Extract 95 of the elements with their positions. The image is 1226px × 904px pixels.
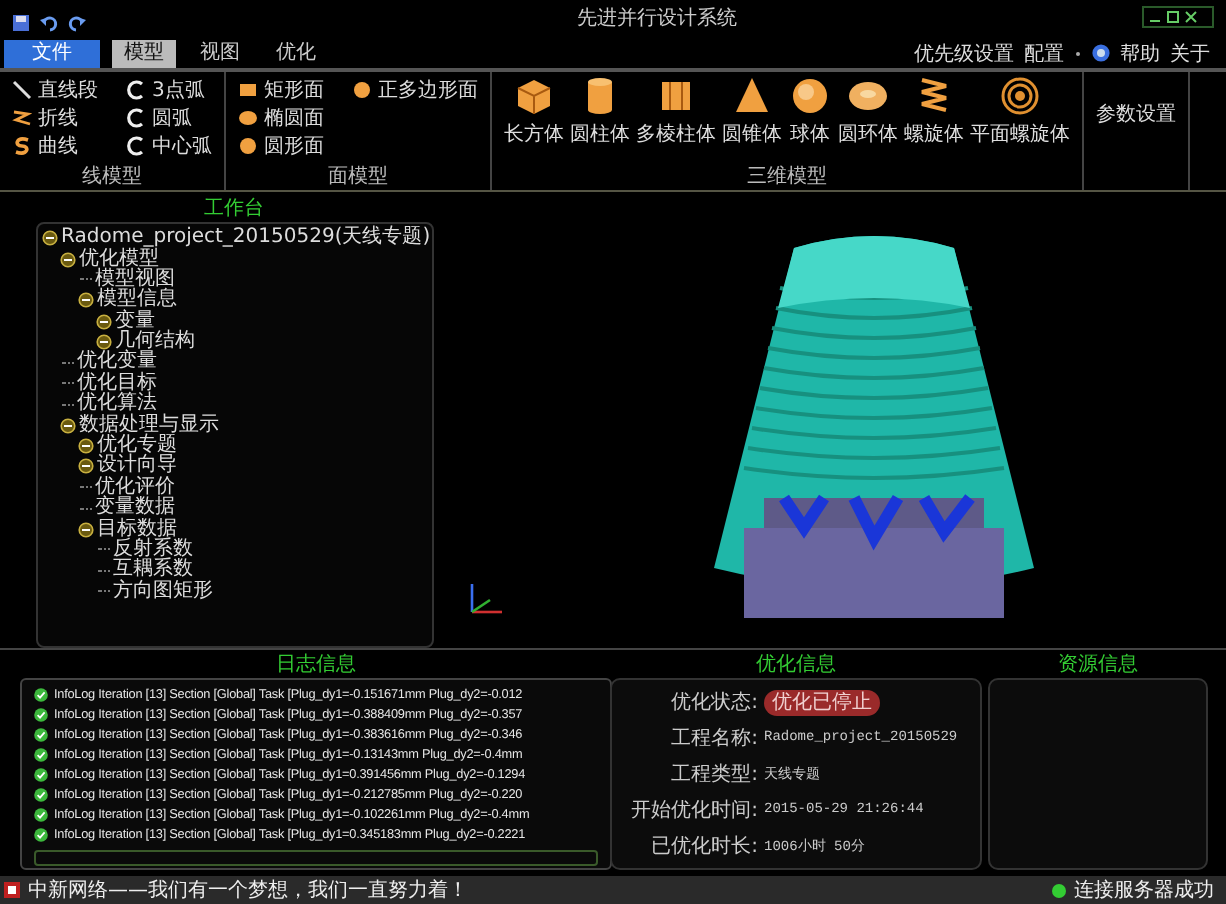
menu-tab[interactable]: 视图	[188, 39, 252, 68]
rect-icon	[238, 79, 258, 100]
menu-link[interactable]: 优先级设置	[914, 39, 1014, 68]
undo-icon[interactable]	[40, 14, 58, 33]
redo-icon[interactable]	[68, 14, 86, 33]
check-icon	[34, 687, 48, 702]
menu-link[interactable]: 配置	[1024, 39, 1064, 68]
tree-item[interactable]: 模型视图	[95, 269, 175, 290]
tree-item[interactable]: 优化变量	[77, 352, 157, 373]
ribbon-button[interactable]: 平面螺旋体	[970, 75, 1070, 148]
collapse-icon[interactable]	[59, 251, 75, 267]
s-icon	[12, 135, 32, 156]
horizontal-scrollbar[interactable]	[34, 850, 598, 867]
tree-item[interactable]: 设计向导	[97, 456, 177, 477]
tree-item[interactable]: 互耦系数	[113, 560, 193, 581]
ribbon-button[interactable]: 圆环体	[838, 75, 898, 148]
check-icon	[34, 727, 48, 742]
tree-item[interactable]: 反射系数	[113, 539, 193, 560]
ribbon-button[interactable]: 折线	[12, 103, 98, 132]
ribbon-button[interactable]: 长方体	[504, 75, 564, 148]
cone-icon	[730, 75, 774, 116]
field-label: 已优化时长:	[649, 833, 758, 861]
tree-item[interactable]: 方向图矩形	[113, 581, 213, 602]
ribbon-button[interactable]: 圆柱体	[570, 75, 630, 148]
sphere-icon	[788, 75, 832, 116]
window-controls[interactable]	[1142, 6, 1214, 29]
ribbon-button[interactable]: 直线段	[12, 75, 98, 104]
check-icon	[34, 827, 48, 842]
collapse-icon[interactable]	[77, 292, 93, 309]
app-icon	[4, 882, 20, 898]
check-icon	[34, 747, 48, 762]
spiral-icon	[998, 75, 1042, 116]
tree-item[interactable]: 变量数据	[95, 498, 175, 519]
ribbon-button[interactable]: 矩形面	[238, 75, 324, 104]
menu-tab[interactable]: 文件	[4, 39, 100, 68]
panel-title: 资源信息	[1058, 654, 1138, 679]
menu-tab[interactable]: 优化	[264, 39, 328, 68]
ribbon-button[interactable]: 正多边形面	[352, 75, 478, 104]
arc-icon	[126, 107, 146, 128]
save-icon[interactable]	[12, 14, 30, 33]
ribbon-group-label: 面模型	[328, 165, 388, 188]
tree-item[interactable]: 模型信息	[97, 290, 177, 311]
connection-status: 连接服务器成功	[1074, 877, 1214, 904]
tree-item[interactable]: 优化评价	[95, 477, 175, 498]
panel-title: 优化信息	[756, 654, 836, 679]
ribbon-button[interactable]: 球体	[788, 75, 832, 148]
field-label: 优化状态:	[669, 689, 758, 717]
ribbon-button[interactable]: 中心弧	[126, 131, 212, 160]
menu-link[interactable]: 关于	[1170, 39, 1210, 68]
panel-title: 工作台	[204, 197, 264, 222]
collapse-icon[interactable]	[41, 230, 57, 247]
check-icon	[34, 767, 48, 782]
circ-icon	[238, 135, 258, 156]
zig-icon	[12, 107, 32, 128]
parameter-settings-button[interactable]: 参数设置	[1096, 99, 1176, 128]
collapse-icon[interactable]	[59, 417, 75, 434]
menu-link[interactable]: 帮助	[1120, 39, 1160, 68]
collapse-icon[interactable]	[95, 313, 111, 330]
ribbon-button[interactable]: 螺旋体	[904, 75, 964, 148]
ribbon-button[interactable]: 3点弧	[126, 75, 212, 104]
field-label: 开始优化时间:	[629, 797, 758, 825]
line-icon	[12, 79, 32, 100]
status-message: 中新网络——我们有一个梦想，我们一直努力着！	[28, 877, 468, 904]
tree-item[interactable]: 优化目标	[77, 373, 157, 394]
ribbon-button[interactable]: 圆锥体	[722, 75, 782, 148]
tree-item[interactable]: 目标数据	[97, 519, 177, 540]
collapse-icon[interactable]	[77, 438, 93, 455]
ribbon-group-label: 线模型	[82, 165, 142, 188]
status-badge: 优化已停止	[764, 689, 880, 716]
check-icon	[34, 807, 48, 822]
ribbon-button[interactable]: 曲线	[12, 131, 98, 160]
field-label: 工程类型:	[669, 761, 758, 789]
collapse-icon[interactable]	[95, 334, 111, 351]
tree-item[interactable]: 优化模型	[79, 249, 159, 269]
tree-item[interactable]: 变量	[115, 311, 155, 332]
box-icon	[512, 75, 556, 116]
field-label: 工程名称:	[669, 726, 758, 753]
collapse-icon[interactable]	[77, 521, 93, 538]
help-icon[interactable]	[1092, 44, 1110, 63]
menu-tab[interactable]: 模型	[112, 39, 176, 68]
ribbon-button[interactable]: 圆弧	[126, 103, 212, 132]
panel-title: 日志信息	[276, 654, 356, 679]
tree-item[interactable]: 优化算法	[77, 394, 157, 415]
ribbon-button[interactable]: 圆形面	[238, 131, 324, 160]
tree-item[interactable]: Radome_project_20150529(天线专题)	[61, 228, 431, 249]
close-icon[interactable]	[1184, 10, 1198, 25]
ribbon-group-label: 三维模型	[747, 165, 827, 188]
window-title: 先进并行设计系统	[577, 5, 737, 32]
collapse-icon[interactable]	[77, 458, 93, 475]
check-icon	[34, 707, 48, 722]
tree-item[interactable]: 数据处理与显示	[79, 415, 219, 436]
maximize-icon[interactable]	[1166, 10, 1180, 25]
ribbon-button[interactable]: 椭圆面	[238, 103, 324, 132]
ribbon-button[interactable]: 多棱柱体	[636, 75, 716, 148]
check-icon	[34, 787, 48, 802]
